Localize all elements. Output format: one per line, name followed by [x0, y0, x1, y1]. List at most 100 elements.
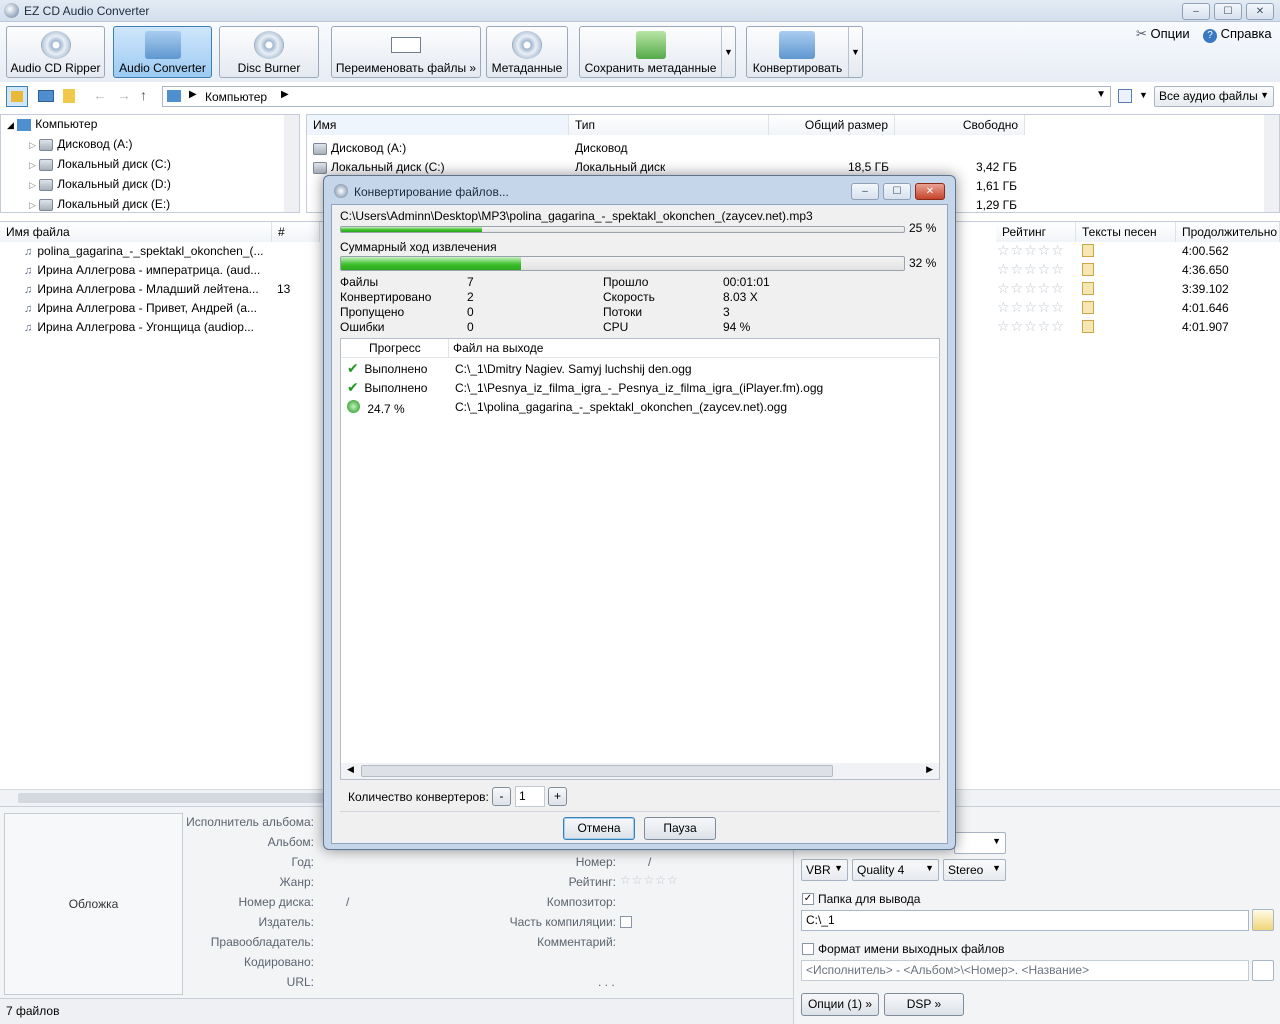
decrease-converters-button[interactable]: - [492, 787, 511, 806]
list-item[interactable]: ✔ Выполнено [347, 360, 427, 377]
tree-item-drive-d[interactable]: ▷ Локальный диск (D:) [29, 177, 171, 191]
table-row[interactable]: ♫ Ирина Аллегрова - Привет, Андрей (a... [24, 301, 270, 315]
rating-stars[interactable]: ☆☆☆☆☆ [997, 318, 1065, 335]
drive-row-name[interactable]: Дисковод (A:) [313, 141, 406, 155]
channels-select[interactable]: Stereo ▼ [943, 859, 1006, 881]
item-output-file: C:\_1\Dmitry Nagiev. Samyj luchshij den.… [455, 362, 692, 376]
forward-icon[interactable]: → [117, 87, 131, 103]
col-free[interactable]: Свободно [895, 115, 1025, 135]
view-mode-icon[interactable] [1118, 89, 1132, 103]
tree-item-drive-a[interactable]: ▷ Дисковод (A:) [29, 137, 132, 151]
cancel-button[interactable]: Отмена [563, 817, 635, 840]
rating-stars[interactable]: ☆☆☆☆☆ [997, 261, 1065, 278]
more-button[interactable]: . . . [598, 975, 615, 989]
compilation-checkbox[interactable] [620, 916, 632, 928]
audio-cd-ripper-label: Audio CD Ripper [10, 61, 101, 75]
col-total[interactable]: Общий размер [769, 115, 895, 135]
back-icon[interactable]: ← [93, 87, 107, 103]
rating-stars[interactable]: ☆☆☆☆☆ [997, 299, 1065, 316]
col-type[interactable]: Тип [569, 115, 769, 135]
address-bar[interactable]: ▶ Компьютер ▶ ▼ [162, 86, 1111, 107]
table-row[interactable]: ♫ Ирина Аллегрова - Угонщица (audiop... [24, 320, 270, 334]
track-number-field[interactable]: / [648, 855, 651, 869]
lyrics-edit-icon[interactable] [1082, 263, 1094, 276]
col-rating[interactable]: Рейтинг [996, 222, 1076, 242]
col-filename[interactable]: Имя файла [0, 222, 272, 242]
lyrics-edit-icon[interactable] [1082, 244, 1094, 257]
format-select[interactable]: ▼ [954, 832, 1006, 854]
publisher-label: Издатель: [258, 915, 315, 929]
lyrics-edit-icon[interactable] [1082, 320, 1094, 333]
rating-stars[interactable]: ☆☆☆☆☆ [997, 242, 1065, 259]
output-list-header [341, 339, 941, 358]
lyrics-edit-icon[interactable] [1082, 301, 1094, 314]
filename-format-checkbox[interactable] [802, 943, 814, 955]
tree-scrollbar[interactable] [284, 115, 299, 212]
chevron-right-icon[interactable]: ▶ [926, 764, 933, 775]
minimize-button[interactable]: ‒ [1182, 3, 1210, 20]
metadata-button[interactable]: Метаданные [486, 26, 568, 78]
audio-cd-ripper-button[interactable]: Audio CD Ripper [6, 26, 105, 78]
dsp-button[interactable]: DSP » [884, 993, 964, 1016]
audio-converter-button[interactable]: Audio Converter [113, 26, 212, 78]
save-metadata-button[interactable]: Сохранить метаданные ▼ [579, 26, 736, 78]
chevron-down-icon[interactable]: ▼ [721, 27, 735, 77]
filename-format-input[interactable]: <Исполнитель> - <Альбом>\<Номер>. <Назва… [801, 960, 1249, 981]
quality-select[interactable]: Quality 4 ▼ [852, 859, 939, 881]
computer-icon[interactable] [38, 90, 54, 102]
browse-folder-icon[interactable] [1252, 909, 1274, 931]
options-button[interactable]: Опции (1) » [801, 993, 879, 1016]
tree-item-computer[interactable]: ◢ Компьютер [7, 117, 97, 131]
table-row[interactable]: ♫ Ирина Аллегрова - Младший лейтена... [24, 282, 270, 296]
file-duration: 4:36.650 [1182, 263, 1229, 277]
increase-converters-button[interactable]: + [548, 787, 567, 806]
chevron-down-icon[interactable]: ▼ [1139, 90, 1148, 100]
tree-item-drive-c[interactable]: ▷ Локальный диск (C:) [29, 157, 171, 171]
maximize-button[interactable]: ☐ [1214, 3, 1242, 20]
chevron-down-icon[interactable]: ▼ [1096, 89, 1106, 100]
dialog-close-button[interactable]: ✕ [915, 183, 945, 200]
album-cover[interactable]: Обложка [4, 813, 183, 995]
col-name[interactable]: Имя [307, 115, 569, 135]
col-output-file[interactable]: Файл на выходе [453, 341, 543, 355]
dialog-minimize-button[interactable]: ‒ [851, 183, 879, 200]
disc-burner-button[interactable]: Disc Burner [219, 26, 319, 78]
rename-files-button[interactable]: Переименовать файлы » [331, 26, 481, 78]
table-row[interactable]: ♫ Ирина Аллегрова - императрица. (aud... [24, 263, 270, 277]
checkmark-icon: ✔ [347, 379, 359, 395]
dialog-maximize-button[interactable]: ☐ [883, 183, 911, 200]
col-duration[interactable]: Продолжительно [1176, 222, 1280, 242]
col-lyrics[interactable]: Тексты песен [1076, 222, 1176, 242]
rating-stars[interactable]: ☆☆☆☆☆ [997, 280, 1065, 297]
rating-stars[interactable]: ☆☆☆☆☆ [620, 873, 679, 887]
file-filter-select[interactable]: Все аудио файлы ▼ [1154, 86, 1274, 107]
home-button[interactable] [6, 86, 28, 107]
pause-button[interactable]: Пауза [644, 817, 716, 840]
disc-number-field[interactable]: / [346, 895, 349, 909]
scroll-thumb[interactable] [18, 793, 328, 803]
tree-item-drive-e[interactable]: ▷ Локальный диск (E:) [29, 197, 170, 211]
chevron-down-icon[interactable]: ▼ [848, 27, 862, 77]
vbr-select[interactable]: VBR ▼ [801, 859, 848, 881]
output-folder-input[interactable]: C:\_1 [801, 910, 1249, 931]
chevron-left-icon[interactable]: ◀ [347, 764, 354, 775]
edit-format-icon[interactable] [1252, 960, 1274, 981]
close-button[interactable]: ✕ [1246, 3, 1274, 20]
list-item[interactable]: 24.7 % [347, 400, 405, 416]
lyrics-edit-icon[interactable] [1082, 282, 1094, 295]
scroll-thumb[interactable] [361, 765, 833, 777]
col-number[interactable]: # [272, 222, 320, 242]
music-folder-icon[interactable] [63, 89, 75, 103]
drive-row-name[interactable]: Локальный диск (C:) [313, 160, 445, 174]
list-item[interactable]: ✔ Выполнено [347, 379, 427, 396]
drive-list-scrollbar[interactable] [1264, 115, 1279, 212]
up-icon[interactable]: ↑ [140, 87, 147, 103]
convert-button[interactable]: Конвертировать ▼ [746, 26, 863, 78]
output-list-hscrollbar[interactable]: ◀ ▶ [341, 763, 939, 779]
table-row[interactable]: ♫ polina_gagarina_-_spektakl_okonchen_(.… [24, 244, 270, 258]
output-folder-checkbox[interactable]: ✓ [802, 893, 814, 905]
options-link[interactable]: ✂ Опции [1136, 26, 1190, 42]
col-progress[interactable]: Прогресс [369, 341, 421, 355]
converters-count-input[interactable]: 1 [515, 786, 545, 807]
help-link[interactable]: ? Справка [1203, 26, 1272, 43]
